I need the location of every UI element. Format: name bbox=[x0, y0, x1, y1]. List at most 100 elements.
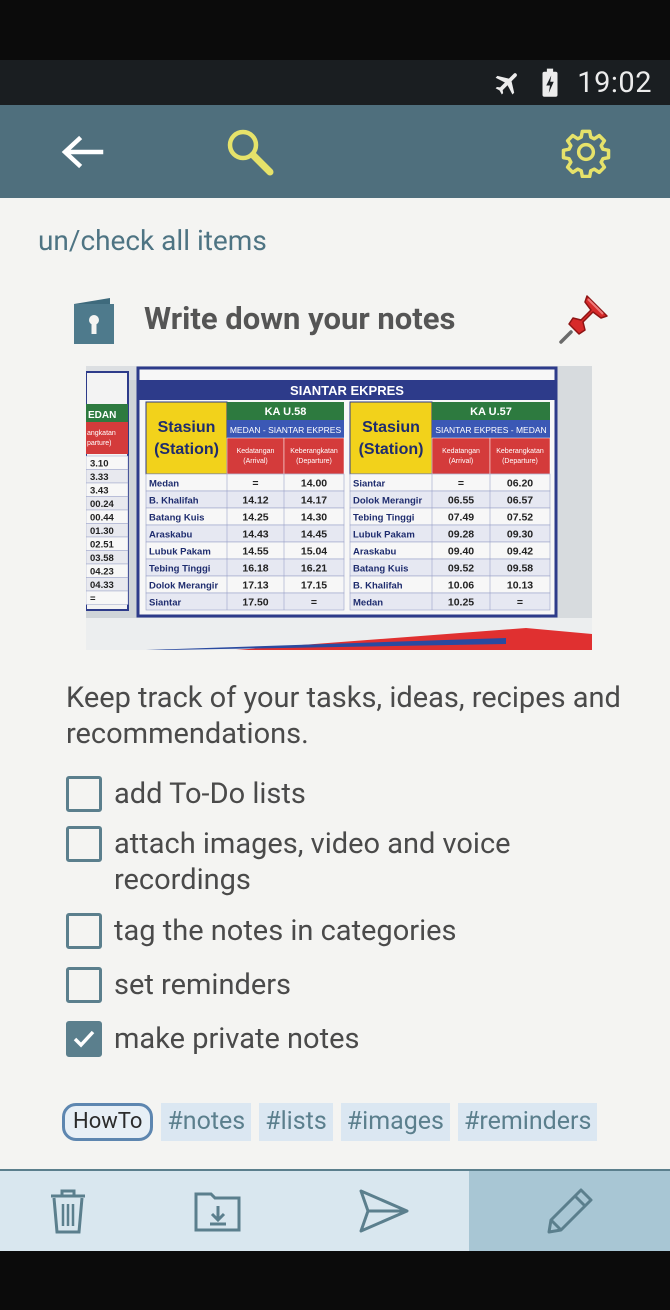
tag-bar: HowTo #notes #lists #images #reminders bbox=[62, 1102, 605, 1142]
schedule-arrival: 10.25 bbox=[448, 597, 474, 609]
edge-table-value: 00.44 bbox=[90, 513, 114, 524]
app-bar bbox=[0, 105, 670, 198]
schedule-station: Araskabu bbox=[353, 547, 396, 558]
schedule-departure: 09.58 bbox=[507, 563, 533, 575]
schedule-departure: 16.21 bbox=[301, 563, 327, 575]
todo-checkbox[interactable] bbox=[66, 826, 102, 862]
schedule-departure: 14.30 bbox=[301, 512, 327, 524]
schedule-departure: 14.00 bbox=[301, 478, 327, 490]
search-icon bbox=[227, 129, 274, 176]
schedule-departure: 10.13 bbox=[507, 580, 533, 592]
edge-table-subheader: angkatan bbox=[87, 430, 116, 437]
edge-table-value: 3.33 bbox=[90, 472, 109, 483]
note-title[interactable]: Write down your notes bbox=[144, 300, 455, 337]
tag-chip[interactable]: #notes bbox=[161, 1103, 252, 1141]
settings-button[interactable] bbox=[558, 124, 614, 180]
todo-checkbox[interactable] bbox=[66, 967, 102, 1003]
back-button[interactable] bbox=[54, 124, 110, 180]
edit-button[interactable] bbox=[469, 1171, 670, 1251]
schedule-station: Dolok Merangir bbox=[353, 496, 422, 507]
arrival-header-en: (Arrival) bbox=[243, 458, 268, 465]
departure-header-en: (Departure) bbox=[296, 458, 332, 465]
schedule-departure: 06.57 bbox=[507, 495, 533, 507]
board-title: SIANTAR EKPRES bbox=[290, 383, 404, 398]
archive-folder-icon bbox=[194, 1192, 241, 1232]
status-bar: 19:02 bbox=[0, 60, 670, 105]
edge-table-subheader-2: parture) bbox=[87, 440, 112, 447]
todo-checkbox[interactable] bbox=[66, 776, 102, 812]
todo-checkbox[interactable] bbox=[66, 913, 102, 949]
schedule-arrival: 06.55 bbox=[448, 495, 474, 507]
todo-label: set reminders bbox=[114, 968, 291, 1002]
schedule-arrival: 14.55 bbox=[242, 546, 268, 558]
battery-charging-icon bbox=[535, 68, 565, 98]
schedule-arrival: 09.40 bbox=[448, 546, 474, 558]
schedule-arrival: 09.28 bbox=[448, 529, 474, 541]
tag-chip[interactable]: #reminders bbox=[457, 1103, 598, 1141]
checkmark-icon bbox=[73, 1030, 95, 1048]
todo-item[interactable]: set reminders bbox=[66, 967, 626, 1003]
search-button[interactable] bbox=[222, 124, 278, 180]
status-clock: 19:02 bbox=[577, 65, 652, 100]
todo-item[interactable]: add To-Do lists bbox=[66, 776, 626, 812]
todo-label: attach images, video and voice recording… bbox=[114, 827, 511, 897]
archive-button[interactable] bbox=[174, 1171, 262, 1251]
schedule-station: Araskabu bbox=[149, 530, 192, 541]
schedule-station: Medan bbox=[353, 598, 383, 609]
todo-label: add To-Do lists bbox=[114, 777, 306, 811]
edge-table-value: 3.10 bbox=[90, 459, 109, 470]
schedule-arrival: = bbox=[252, 478, 258, 490]
edge-table-value: = bbox=[90, 594, 96, 605]
schedule-departure: 09.42 bbox=[507, 546, 533, 558]
edge-table-value: 02.51 bbox=[90, 540, 114, 551]
check-all-link[interactable]: un/check all items bbox=[38, 224, 267, 257]
schedule-arrival: 14.43 bbox=[242, 529, 268, 541]
pushpin-icon[interactable] bbox=[557, 290, 613, 346]
edge-table-value: 04.23 bbox=[90, 567, 114, 578]
schedule-station: B. Khalifah bbox=[149, 496, 199, 507]
schedule-departure: 06.20 bbox=[507, 478, 533, 490]
edge-table-value: 04.33 bbox=[90, 580, 114, 591]
train-number: KA U.58 bbox=[265, 406, 307, 418]
schedule-station: Siantar bbox=[149, 598, 182, 609]
todo-label: make private notes bbox=[114, 1022, 360, 1056]
arrival-header: Kedatangan bbox=[442, 448, 480, 455]
todo-item[interactable]: attach images, video and voice recording… bbox=[66, 826, 626, 898]
edge-table-value: 01.30 bbox=[90, 526, 114, 537]
tag-chip[interactable]: #images bbox=[340, 1103, 450, 1141]
departure-header-en: (Departure) bbox=[502, 458, 538, 465]
todo-item[interactable]: make private notes bbox=[66, 1021, 626, 1057]
schedule-departure: 14.45 bbox=[301, 529, 327, 541]
station-header-en: (Station) bbox=[154, 441, 219, 458]
delete-button[interactable] bbox=[24, 1171, 112, 1251]
schedule-station: Medan bbox=[149, 479, 179, 490]
schedule-station: Dolok Merangir bbox=[149, 581, 218, 592]
todo-checkbox-checked[interactable] bbox=[66, 1021, 102, 1057]
departure-header: Keberangkatan bbox=[290, 448, 338, 455]
schedule-departure: 14.17 bbox=[301, 495, 327, 507]
schedule-arrival: 17.50 bbox=[242, 597, 268, 609]
station-header-en: (Station) bbox=[359, 441, 424, 458]
schedule-departure: 15.04 bbox=[301, 546, 327, 558]
edge-table-value: 03.58 bbox=[90, 553, 114, 564]
system-nav-band bbox=[0, 1251, 670, 1310]
station-header: Stasiun bbox=[158, 419, 216, 436]
todo-item[interactable]: tag the notes in categories bbox=[66, 913, 626, 949]
category-chip[interactable]: HowTo bbox=[62, 1103, 154, 1141]
airplane-icon bbox=[493, 68, 523, 98]
tag-chip[interactable]: #lists bbox=[259, 1103, 333, 1141]
note-header: Write down your notes bbox=[68, 290, 613, 356]
note-body-text[interactable]: Keep track of your tasks, ideas, recipes… bbox=[66, 680, 636, 752]
schedule-arrival: 09.52 bbox=[448, 563, 474, 575]
schedule-station: Siantar bbox=[353, 479, 386, 490]
back-arrow-icon bbox=[61, 135, 104, 169]
schedule-arrival: = bbox=[458, 478, 464, 490]
schedule-arrival: 16.18 bbox=[242, 563, 268, 575]
note-attached-image[interactable]: EDAN angkatan parture) 3.10 3.33 3.43 00.24… bbox=[86, 366, 592, 650]
schedule-station: Batang Kuis bbox=[149, 513, 204, 524]
share-button[interactable] bbox=[340, 1171, 428, 1251]
schedule-departure: = bbox=[517, 597, 523, 609]
schedule-station: Lubuk Pakam bbox=[149, 547, 211, 558]
send-icon bbox=[359, 1189, 409, 1233]
station-header: Stasiun bbox=[362, 419, 420, 436]
